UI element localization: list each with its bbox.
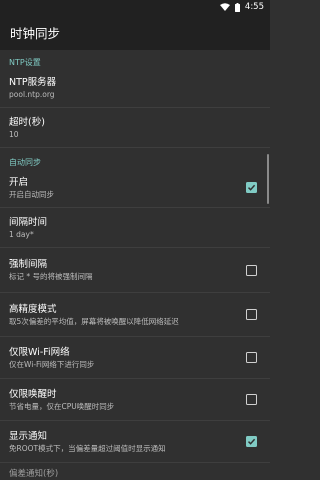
section-header-auto-sync: 自动同步	[9, 158, 41, 167]
status-time: 4:55	[244, 2, 264, 12]
pref-interval[interactable]: 间隔时间 1 day*	[0, 208, 270, 248]
pref-title: 高精度模式	[9, 303, 57, 315]
pref-summary: 免ROOT模式下，当偏差量超过阈值时显示通知	[9, 443, 166, 453]
pref-title: 显示通知	[9, 430, 48, 442]
pref-notify[interactable]: 显示通知 免ROOT模式下，当偏差量超过阈值时显示通知	[0, 421, 270, 463]
pref-high-precision[interactable]: 高精度模式 取5次偏差的平均值，屏幕将被唤醒以降低网络延迟	[0, 293, 270, 337]
page-title: 时钟同步	[10, 25, 61, 41]
preferences-list[interactable]: NTP设置 NTP服务器 pool.ntp.org 超时(秒) 10 自动同步 …	[0, 50, 270, 480]
pref-title: 超时(秒)	[9, 116, 45, 128]
pref-title: 仅限Wi-Fi网络	[9, 346, 70, 358]
pref-title: 强制间隔	[9, 259, 48, 270]
pref-timeout[interactable]: 超时(秒) 10	[0, 108, 270, 148]
pref-wifi-only[interactable]: 仅限Wi-Fi网络 仅在Wi-Fi网络下进行同步	[0, 337, 270, 379]
scrollbar[interactable]	[266, 154, 269, 204]
pref-enable[interactable]: 开启 开启自动同步	[0, 168, 270, 208]
check-icon	[247, 438, 256, 445]
pref-wake-only[interactable]: 仅限唤醒时 节省电量，仅在CPU唤醒时同步	[0, 379, 270, 421]
pref-summary: 标记 * 号的将被强制间隔	[9, 272, 93, 281]
pref-ntp-server[interactable]: NTP服务器 pool.ntp.org	[0, 68, 270, 108]
wake-only-checkbox[interactable]	[246, 394, 257, 405]
pref-deviation-notify[interactable]: 偏差通知(秒)	[0, 463, 270, 480]
app-bar: 时钟同步	[0, 14, 270, 50]
section-header-ntp: NTP设置	[9, 58, 41, 67]
pref-title: 开启	[9, 176, 29, 188]
status-bar: 4:55	[0, 0, 270, 14]
pref-title: 间隔时间	[9, 216, 48, 228]
pref-summary: pool.ntp.org	[9, 89, 55, 99]
pref-summary: 1 day*	[9, 229, 34, 239]
battery-icon	[234, 2, 240, 12]
wifi-only-checkbox[interactable]	[246, 352, 257, 363]
pref-summary: 仅在Wi-Fi网络下进行同步	[9, 359, 95, 369]
pref-summary: 开启自动同步	[9, 189, 54, 199]
pref-summary: 节省电量，仅在CPU唤醒时同步	[9, 401, 115, 411]
pref-force-interval[interactable]: 强制间隔 标记 * 号的将被强制间隔	[0, 248, 270, 293]
enable-checkbox[interactable]	[246, 182, 257, 193]
pref-summary: 10	[9, 129, 19, 139]
check-icon	[247, 184, 256, 191]
pref-title: NTP服务器	[9, 76, 57, 88]
pref-title: 偏差通知(秒)	[9, 469, 59, 479]
pref-summary: 取5次偏差的平均值，屏幕将被唤醒以降低网络延迟	[9, 316, 179, 326]
force-interval-checkbox[interactable]	[246, 264, 257, 276]
wifi-icon	[219, 3, 230, 11]
high-precision-checkbox[interactable]	[246, 309, 257, 320]
pref-title: 仅限唤醒时	[9, 388, 57, 400]
notify-checkbox[interactable]	[246, 436, 257, 447]
